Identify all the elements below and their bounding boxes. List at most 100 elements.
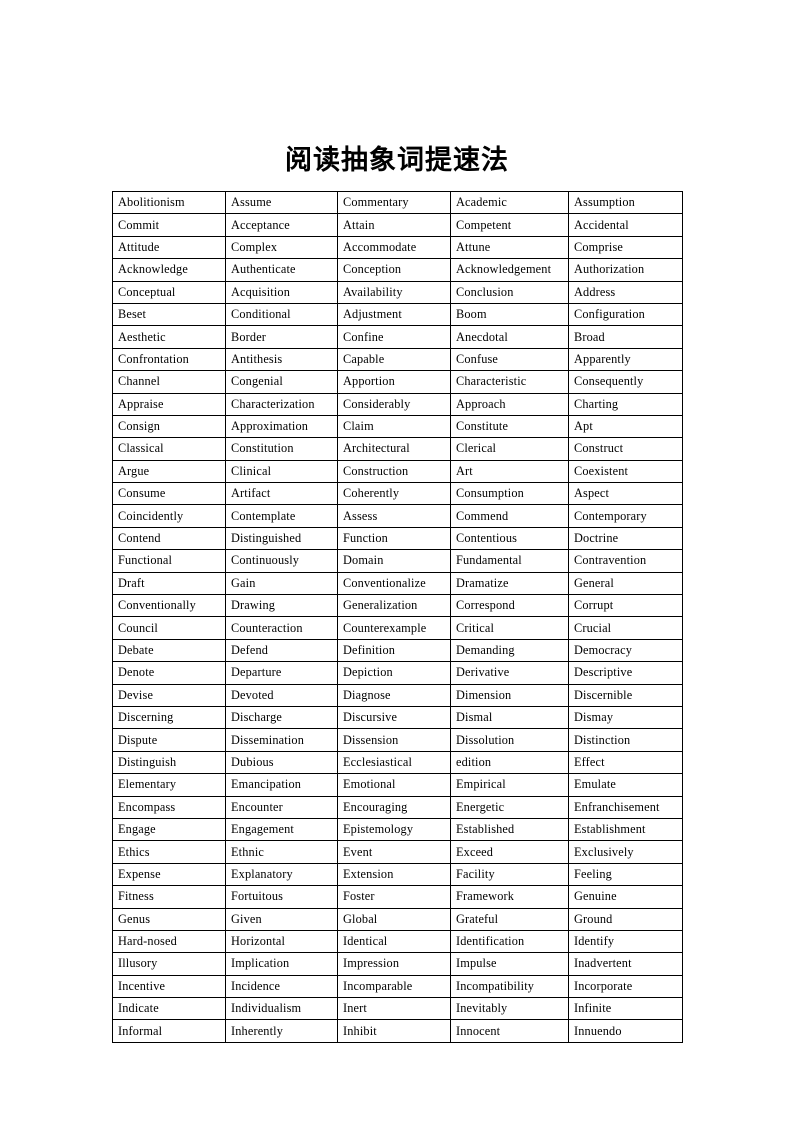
vocabulary-cell: Corrupt	[568, 594, 683, 618]
table-row: Functional Continuously Domain Fundamental C…	[112, 549, 683, 573]
table-row: Devise Devoted Diagnose Dimension Discernibl…	[112, 683, 683, 707]
table-row: Commit Acceptance Attain Competent Accidenta…	[112, 213, 683, 237]
vocabulary-cell: Identical	[337, 929, 451, 954]
vocabulary-cell: Functional	[112, 549, 226, 573]
vocabulary-cell: Classical	[112, 437, 226, 461]
vocabulary-cell: Coincidently	[112, 504, 226, 528]
vocabulary-cell: Distinguish	[112, 750, 226, 775]
vocabulary-cell: Council	[112, 616, 226, 640]
vocabulary-cell: Feeling	[568, 862, 683, 887]
vocabulary-cell: Apparently	[568, 347, 683, 372]
vocabulary-cell: Contemplate	[225, 504, 338, 528]
vocabulary-cell: Apportion	[337, 370, 451, 394]
vocabulary-cell: Contend	[112, 526, 226, 551]
vocabulary-cell: Acknowledgement	[450, 258, 569, 282]
table-row: Channel Congenial Apportion Characteristic C…	[112, 370, 683, 394]
vocabulary-cell: Configuration	[568, 302, 683, 327]
vocabulary-cell: edition	[450, 750, 569, 775]
vocabulary-cell: Ecclesiastical	[337, 750, 451, 775]
vocabulary-cell: Draft	[112, 571, 226, 596]
vocabulary-cell: Impulse	[450, 952, 569, 976]
table-row: Acknowledge Authenticate Conception Acknowl…	[112, 258, 683, 282]
vocabulary-cell: Consumption	[450, 482, 569, 506]
vocabulary-cell: Capable	[337, 347, 451, 372]
vocabulary-cell: Correspond	[450, 594, 569, 618]
vocabulary-cell: Ethnic	[225, 840, 338, 864]
vocabulary-cell: Demanding	[450, 638, 569, 663]
vocabulary-cell: Incompatibility	[450, 974, 569, 999]
vocabulary-cell: Extension	[337, 862, 451, 887]
vocabulary-cell: Aesthetic	[112, 325, 226, 349]
vocabulary-cell: Diagnose	[337, 683, 451, 707]
table-row: Indicate Individualism Inert Inevitably Infi…	[112, 997, 683, 1021]
table-row: Appraise Characterization Considerably Appr…	[112, 392, 683, 416]
vocabulary-cell: Incidence	[225, 974, 338, 999]
vocabulary-cell: Considerably	[337, 392, 451, 416]
vocabulary-cell: Argue	[112, 459, 226, 484]
vocabulary-cell: Emulate	[568, 773, 683, 797]
table-row: Fitness Fortuitous Foster Framework Genuine	[112, 885, 683, 909]
vocabulary-cell: Dissolution	[450, 728, 569, 752]
vocabulary-cell: Boom	[450, 302, 569, 327]
table-row: Encompass Encounter Encouraging Energetic En…	[112, 795, 683, 819]
vocabulary-cell: Defend	[225, 638, 338, 663]
table-row: Conventionally Drawing Generalization Corre…	[112, 594, 683, 618]
vocabulary-cell: Genus	[112, 907, 226, 931]
vocabulary-cell: Aspect	[568, 482, 683, 506]
table-row: Dispute Dissemination Dissension Dissolutio…	[112, 728, 683, 752]
table-row: Hard-nosed Horizontal Identical Identificat…	[112, 929, 683, 954]
table-row: Classical Constitution Architectural Cleric…	[112, 437, 683, 461]
vocabulary-cell: Commend	[450, 504, 569, 528]
vocabulary-cell: Dubious	[225, 750, 338, 775]
vocabulary-cell: Illusory	[112, 952, 226, 976]
vocabulary-cell: Dispute	[112, 728, 226, 752]
vocabulary-cell: Attune	[450, 235, 569, 260]
vocabulary-cell: Devoted	[225, 683, 338, 707]
vocabulary-cell: Dissension	[337, 728, 451, 752]
vocabulary-cell: Assumption	[568, 190, 683, 215]
vocabulary-cell: Broad	[568, 325, 683, 349]
vocabulary-cell: Domain	[337, 549, 451, 573]
vocabulary-cell: Enfranchisement	[568, 795, 683, 819]
vocabulary-cell: Approximation	[225, 414, 338, 439]
table-row: Debate Defend Definition Demanding Democracy	[112, 638, 683, 663]
vocabulary-cell: Function	[337, 526, 451, 551]
vocabulary-cell: Conditional	[225, 302, 338, 327]
vocabulary-cell: Clinical	[225, 459, 338, 484]
vocabulary-cell: Dismal	[450, 705, 569, 730]
vocabulary-cell: Conception	[337, 258, 451, 282]
vocabulary-cell: Claim	[337, 414, 451, 439]
vocabulary-cell: Adjustment	[337, 302, 451, 327]
vocabulary-cell: Coexistent	[568, 459, 683, 484]
table-row: Coincidently Contemplate Assess Commend Cont…	[112, 504, 683, 528]
vocabulary-cell: Effect	[568, 750, 683, 775]
table-row: Consign Approximation Claim Constitute Apt	[112, 414, 683, 439]
vocabulary-cell: Crucial	[568, 616, 683, 640]
vocabulary-cell: Clerical	[450, 437, 569, 461]
vocabulary-cell: Ground	[568, 907, 683, 931]
table-row: Council Counteraction Counterexample Critic…	[112, 616, 683, 640]
vocabulary-cell: Competent	[450, 213, 569, 237]
vocabulary-cell: Innocent	[450, 1019, 569, 1043]
vocabulary-cell: Event	[337, 840, 451, 864]
vocabulary-cell: Identify	[568, 929, 683, 954]
vocabulary-cell: Incorporate	[568, 974, 683, 999]
vocabulary-cell: Depiction	[337, 661, 451, 685]
vocabulary-cell: General	[568, 571, 683, 596]
table-row: Expense Explanatory Extension Facility Feeli…	[112, 862, 683, 887]
table-row: Genus Given Global Grateful Ground	[112, 907, 683, 931]
vocabulary-cell: Exceed	[450, 840, 569, 864]
table-row: Draft Gain Conventionalize Dramatize General	[112, 571, 683, 596]
table-row: Engage Engagement Epistemology Established E…	[112, 817, 683, 842]
vocabulary-cell: Consign	[112, 414, 226, 439]
vocabulary-cell: Established	[450, 817, 569, 842]
vocabulary-cell: Assess	[337, 504, 451, 528]
table-row: Informal Inherently Inhibit Innocent Innuend…	[112, 1019, 683, 1043]
table-row: Distinguish Dubious Ecclesiastical edition E…	[112, 750, 683, 775]
vocabulary-cell: Acquisition	[225, 280, 338, 304]
vocabulary-cell: Conclusion	[450, 280, 569, 304]
vocabulary-table: Abolitionism Assume Commentary Academic Assu…	[112, 190, 683, 1043]
vocabulary-cell: Fitness	[112, 885, 226, 909]
vocabulary-cell: Encounter	[225, 795, 338, 819]
vocabulary-cell: Constitute	[450, 414, 569, 439]
